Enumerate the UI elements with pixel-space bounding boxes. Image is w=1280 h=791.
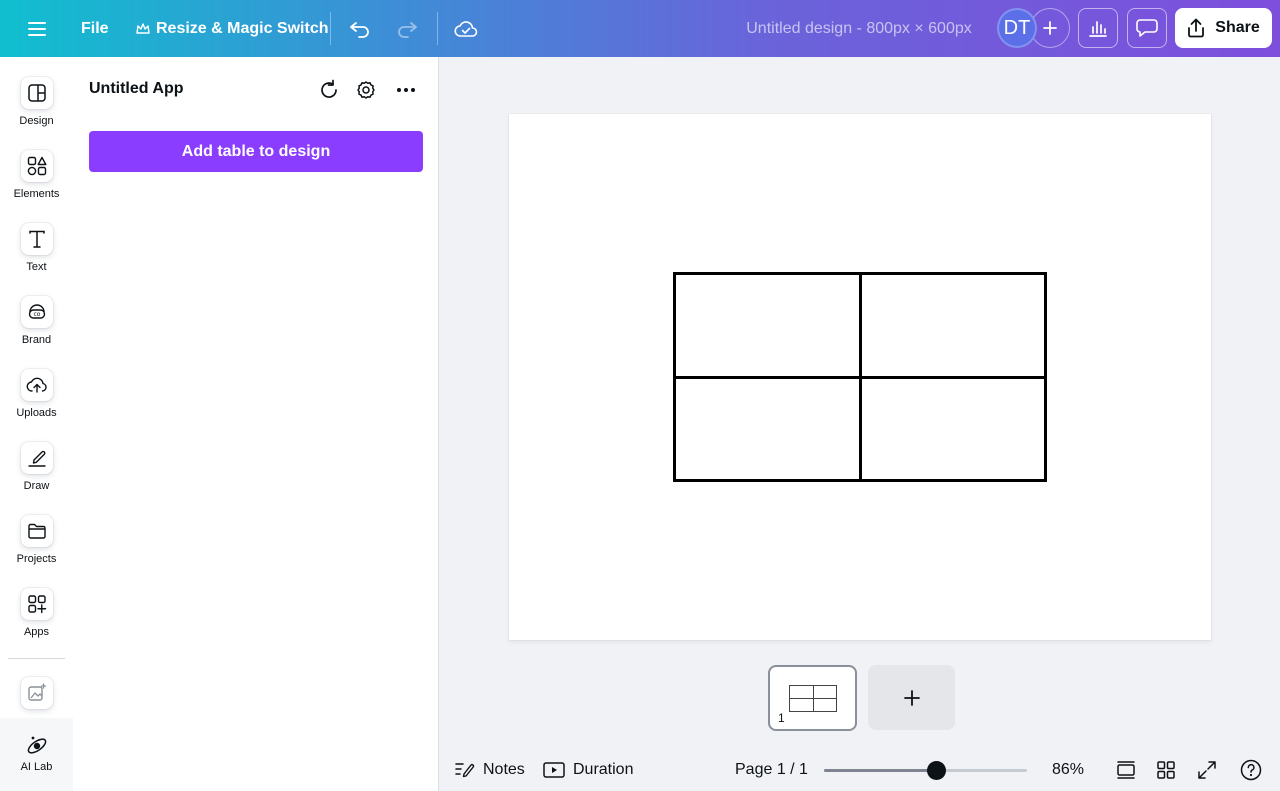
- rail-item-apps[interactable]: Apps: [0, 588, 73, 652]
- table-row: [673, 272, 1047, 379]
- file-menu-label: File: [81, 20, 109, 37]
- rail-item-text[interactable]: Text: [0, 223, 73, 287]
- rail-label: Elements: [13, 188, 60, 200]
- folder-icon: [20, 515, 53, 547]
- hamburger-menu-icon: [28, 22, 46, 36]
- add-table-to-design-button[interactable]: Add table to design: [89, 131, 423, 172]
- notes-pen-icon: [455, 763, 475, 778]
- canvas-area: 1 Notes Duration Page 1 / 1 86%: [440, 57, 1280, 791]
- main-menu-button[interactable]: [20, 12, 54, 46]
- resize-magic-switch-button[interactable]: Resize & Magic Switch: [128, 12, 337, 46]
- rail-item-design[interactable]: Design: [0, 77, 73, 141]
- undo-button[interactable]: [343, 12, 377, 46]
- rail-item-ai-lab[interactable]: AI Lab: [0, 733, 73, 791]
- thumbnail-table: [789, 685, 837, 712]
- rail-label: Design: [19, 115, 54, 127]
- rail-item-uploads[interactable]: Uploads: [0, 369, 73, 433]
- plus-icon: [1043, 21, 1057, 35]
- brand-icon: co: [20, 296, 53, 328]
- top-toolbar: File Resize & Magic Switch Untitled desi…: [0, 0, 1280, 57]
- more-options-button[interactable]: [392, 76, 420, 104]
- zoom-slider[interactable]: [824, 761, 1027, 780]
- rail-divider: [8, 658, 65, 659]
- magic-media-icon: [20, 677, 53, 709]
- svg-text:co: co: [33, 311, 40, 318]
- fullscreen-button[interactable]: [1194, 757, 1220, 783]
- page-thumbnail[interactable]: 1: [768, 665, 857, 731]
- plus-icon: [903, 689, 920, 706]
- zoom-level[interactable]: 86%: [1046, 761, 1090, 779]
- table-row: [673, 375, 1047, 482]
- app-side-panel: Untitled App Add table to design: [73, 57, 439, 791]
- resize-magic-switch-label: Resize & Magic Switch: [156, 20, 329, 37]
- rail-label: Draw: [23, 480, 50, 492]
- rail-item-projects[interactable]: Projects: [0, 515, 73, 579]
- share-label: Share: [1215, 19, 1260, 36]
- play-timer-icon: [543, 762, 565, 778]
- bar-chart-icon: [1089, 21, 1107, 37]
- file-menu-button[interactable]: File: [73, 12, 117, 46]
- rail-label: Brand: [21, 334, 52, 346]
- pages-view-icon: [1117, 761, 1135, 779]
- comments-button[interactable]: [1127, 8, 1167, 48]
- rail-item-draw[interactable]: Draw: [0, 442, 73, 506]
- ai-lab-label: AI Lab: [20, 761, 53, 773]
- crown-icon: [136, 23, 150, 34]
- more-horizontal-icon: [397, 88, 415, 92]
- app-title: Untitled App: [89, 80, 184, 97]
- pages-view-button[interactable]: [1113, 757, 1139, 783]
- rail-label: Uploads: [16, 407, 57, 419]
- design-table[interactable]: [673, 272, 1047, 482]
- help-question-icon: [1240, 759, 1262, 781]
- zoom-slider-handle[interactable]: [926, 761, 946, 780]
- rail-label: Projects: [16, 553, 57, 565]
- thumbnail-page-number: 1: [778, 711, 785, 725]
- notes-label: Notes: [483, 761, 525, 778]
- rail-label: Apps: [23, 626, 50, 638]
- pen-draw-icon: [20, 442, 53, 474]
- elements-shapes-icon: [20, 150, 53, 182]
- share-button[interactable]: Share: [1175, 8, 1272, 48]
- redo-button[interactable]: [390, 12, 424, 46]
- user-avatar[interactable]: DT: [997, 8, 1037, 48]
- comment-icon: [1136, 19, 1158, 37]
- design-page[interactable]: [509, 114, 1211, 640]
- gear-icon: [357, 81, 375, 99]
- zoom-slider-fill: [824, 769, 936, 772]
- duration-label: Duration: [573, 761, 634, 778]
- ai-lab-icon: [27, 736, 46, 754]
- grid-view-icon: [1157, 761, 1175, 779]
- duration-button[interactable]: Duration: [543, 755, 633, 785]
- rail-label: Text: [26, 261, 47, 273]
- undo-icon: [350, 22, 369, 38]
- insights-button[interactable]: [1078, 8, 1118, 48]
- table-cell[interactable]: [858, 272, 1047, 379]
- toolbar-divider: [437, 12, 438, 45]
- cloud-check-icon: [454, 21, 478, 37]
- apps-grid-icon: [20, 588, 53, 620]
- rail-item-elements[interactable]: Elements: [0, 150, 73, 214]
- app-settings-button[interactable]: [352, 76, 380, 104]
- expand-icon: [1198, 761, 1216, 779]
- design-layout-icon: [20, 77, 53, 109]
- rail-item-brand[interactable]: co Brand: [0, 296, 73, 360]
- left-rail: Design Elements Text co Brand Uploads Dr…: [0, 57, 73, 791]
- save-status-button[interactable]: [449, 12, 483, 46]
- table-cell[interactable]: [858, 375, 1047, 482]
- notes-button[interactable]: Notes: [455, 755, 525, 785]
- grid-view-button[interactable]: [1153, 757, 1179, 783]
- text-t-icon: [20, 223, 53, 255]
- table-cell[interactable]: [673, 375, 862, 482]
- toolbar-divider: [330, 12, 331, 45]
- design-title[interactable]: Untitled design - 800px × 600px: [728, 12, 990, 46]
- help-button[interactable]: [1238, 757, 1264, 783]
- share-upload-icon: [1188, 18, 1205, 38]
- add-page-button[interactable]: [868, 665, 955, 730]
- reload-app-button[interactable]: [315, 76, 343, 104]
- cloud-upload-icon: [20, 369, 53, 401]
- redo-icon: [398, 22, 417, 38]
- page-indicator[interactable]: Page 1 / 1: [735, 761, 808, 779]
- table-cell[interactable]: [673, 272, 862, 379]
- refresh-icon: [321, 79, 337, 98]
